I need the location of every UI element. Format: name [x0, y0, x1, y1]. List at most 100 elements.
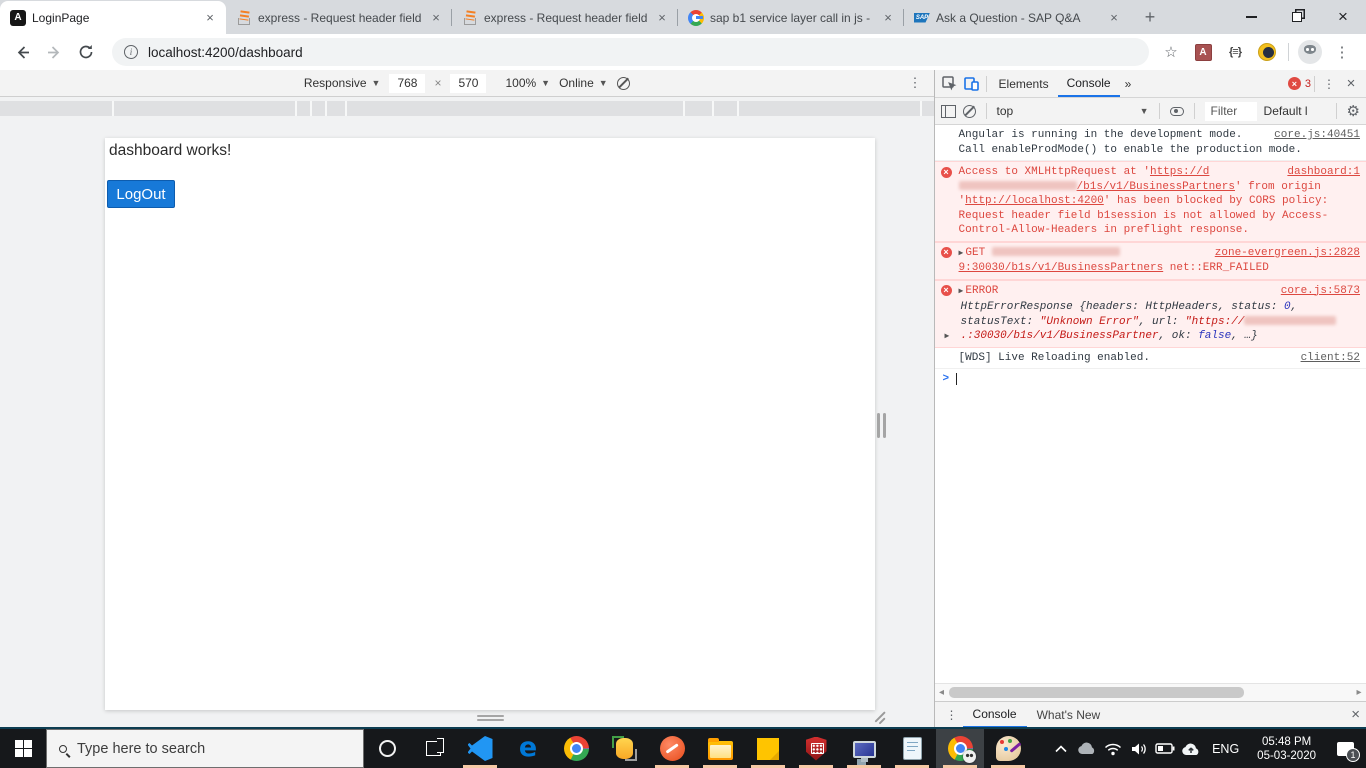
clock[interactable]: 05:48 PM 05-03-2020 [1249, 735, 1324, 763]
cortana-button[interactable] [364, 729, 410, 768]
devtools-close-icon[interactable]: × [1340, 73, 1362, 95]
taskbar-app-paint[interactable] [984, 729, 1032, 768]
console-url-link[interactable]: 9:30030/b1s/v1/BusinessPartners [959, 262, 1164, 274]
throttling-dropdown[interactable]: Online ▼ [559, 76, 608, 90]
device-preset-dropdown[interactable]: Responsive ▼ [304, 76, 381, 90]
tab-close-icon[interactable]: × [202, 10, 218, 26]
console-sidebar-icon[interactable] [940, 104, 956, 118]
console-horizontal-scrollbar[interactable]: ◂ ▸ [934, 683, 1366, 701]
sticky-notes-icon [757, 737, 779, 760]
drawer-tab-console[interactable]: Console [962, 702, 1027, 728]
profile-avatar[interactable] [1297, 39, 1323, 65]
volume-icon[interactable] [1128, 729, 1150, 768]
google-icon [688, 9, 704, 26]
close-button[interactable]: × [1320, 0, 1366, 34]
device-toolbar-menu-icon[interactable]: ⋮ [909, 75, 922, 91]
error-count-badge[interactable]: × 3 [1287, 77, 1311, 90]
console-url-link[interactable]: http://localhost:4200 [965, 195, 1104, 207]
tab-title: express - Request header field [484, 10, 648, 25]
battery-icon[interactable] [1154, 729, 1176, 768]
logout-button[interactable]: LogOut [107, 180, 175, 208]
console-source-link[interactable]: zone-evergreen.js:2828 [1215, 246, 1360, 261]
json-viewer-extension-icon[interactable]: {≡} [1222, 39, 1248, 65]
tab-sap-qa[interactable]: SAP Ask a Question - SAP Q&A × [904, 1, 1130, 34]
tray-chevron-up-icon[interactable] [1050, 729, 1072, 768]
viewport-width-input[interactable]: 768 [389, 73, 426, 93]
new-tab-button[interactable]: + [1136, 3, 1164, 31]
tab-close-icon[interactable]: × [428, 10, 444, 26]
console-url-link[interactable]: https://d [1150, 166, 1209, 178]
scroll-right-icon[interactable]: ▸ [1352, 684, 1366, 701]
taskbar-search-input[interactable]: Type here to search [46, 729, 364, 768]
taskbar-app-notepad[interactable] [888, 729, 936, 768]
tab-close-icon[interactable]: × [1106, 10, 1122, 26]
cloud-upload-icon[interactable] [1180, 729, 1202, 768]
tab-elements[interactable]: Elements [990, 70, 1058, 97]
taskbar-app-chrome-devtools[interactable] [936, 729, 984, 768]
dark-reader-extension-icon[interactable] [1254, 39, 1280, 65]
expand-triangle-icon[interactable]: ▶ [959, 249, 964, 258]
drawer-tab-whats-new[interactable]: What's New [1027, 702, 1111, 728]
device-toolbar-toggle-icon[interactable] [961, 73, 983, 95]
expand-triangle-icon[interactable]: ▶ [959, 287, 964, 296]
console-url-link[interactable]: /b1s/v1/BusinessPartners [1077, 181, 1235, 193]
close-icon: × [1338, 7, 1348, 26]
console-filter-input[interactable]: Filter [1204, 101, 1257, 121]
taskbar-app-remote-desktop[interactable] [840, 729, 888, 768]
more-tabs-icon[interactable]: » [1120, 70, 1137, 97]
log-levels-dropdown[interactable]: Default l [1264, 104, 1326, 118]
taskbar-app-sticky-notes[interactable] [744, 729, 792, 768]
task-view-button[interactable] [410, 729, 456, 768]
console-prompt[interactable]: > [935, 369, 1366, 390]
scrollbar-thumb[interactable] [948, 687, 1244, 698]
console-source-link[interactable]: dashboard:1 [1287, 165, 1360, 180]
tab-close-icon[interactable]: × [880, 10, 896, 26]
inspect-element-icon[interactable] [939, 73, 961, 95]
reload-button[interactable] [72, 38, 100, 66]
adobe-extension-icon[interactable]: A [1190, 39, 1216, 65]
taskbar-app-file-explorer[interactable] [696, 729, 744, 768]
taskbar-app-dart-app[interactable] [648, 729, 696, 768]
chrome-menu-icon[interactable]: ⋮ [1329, 39, 1355, 65]
bookmark-star-icon[interactable]: ☆ [1158, 39, 1184, 65]
minimize-button[interactable] [1228, 0, 1274, 34]
taskbar-app-antivirus-shield[interactable] [792, 729, 840, 768]
taskbar-app-sql-tool[interactable] [600, 729, 648, 768]
clear-console-icon[interactable] [962, 104, 976, 118]
back-button[interactable] [8, 38, 36, 66]
taskbar-app-vscode[interactable] [456, 729, 504, 768]
tab-console[interactable]: Console [1057, 70, 1120, 97]
page-info-icon[interactable]: i [124, 45, 138, 59]
maximize-button[interactable] [1274, 0, 1320, 34]
console-source-link[interactable]: core.js:40451 [1274, 128, 1360, 143]
live-expression-eye-icon[interactable] [1169, 106, 1184, 116]
wifi-icon[interactable] [1102, 729, 1124, 768]
console-source-link[interactable]: client:52 [1301, 351, 1360, 366]
console-source-link[interactable]: core.js:5873 [1281, 284, 1360, 299]
console-settings-gear-icon[interactable]: ⚙ [1347, 102, 1360, 120]
forward-button[interactable] [40, 38, 68, 66]
tab-express-2[interactable]: express - Request header field × [452, 1, 678, 34]
drawer-menu-icon[interactable]: ⋮ [941, 704, 963, 726]
tab-loginpage[interactable]: A LoginPage × [0, 1, 226, 34]
zoom-dropdown[interactable]: 100% ▼ [505, 76, 550, 90]
tab-sap-search[interactable]: sap b1 service layer call in js - × [678, 1, 904, 34]
viewport-resize-handle-corner[interactable] [872, 709, 888, 725]
viewport-height-input[interactable]: 570 [450, 73, 487, 93]
expand-triangle-icon[interactable]: ▶ [945, 330, 950, 345]
taskbar-app-chrome[interactable] [552, 729, 600, 768]
taskbar-app-edge[interactable]: e [504, 729, 552, 768]
scroll-left-icon[interactable]: ◂ [935, 684, 949, 701]
address-bar[interactable]: i localhost:4200/dashboard [112, 38, 1149, 66]
devtools-menu-icon[interactable]: ⋮ [1318, 73, 1340, 95]
action-center-button[interactable]: 1 [1328, 729, 1362, 768]
execution-context-dropdown[interactable]: top ▼ [997, 104, 1149, 118]
viewport-resize-handle-bottom[interactable] [477, 715, 504, 721]
onedrive-cloud-icon[interactable] [1076, 729, 1098, 768]
viewport-resize-handle-right[interactable] [877, 413, 886, 438]
language-indicator[interactable]: ENG [1206, 742, 1245, 756]
start-button[interactable] [0, 729, 46, 768]
tab-close-icon[interactable]: × [654, 10, 670, 26]
drawer-close-icon[interactable]: × [1351, 706, 1360, 723]
tab-express-1[interactable]: express - Request header field × [226, 1, 452, 34]
